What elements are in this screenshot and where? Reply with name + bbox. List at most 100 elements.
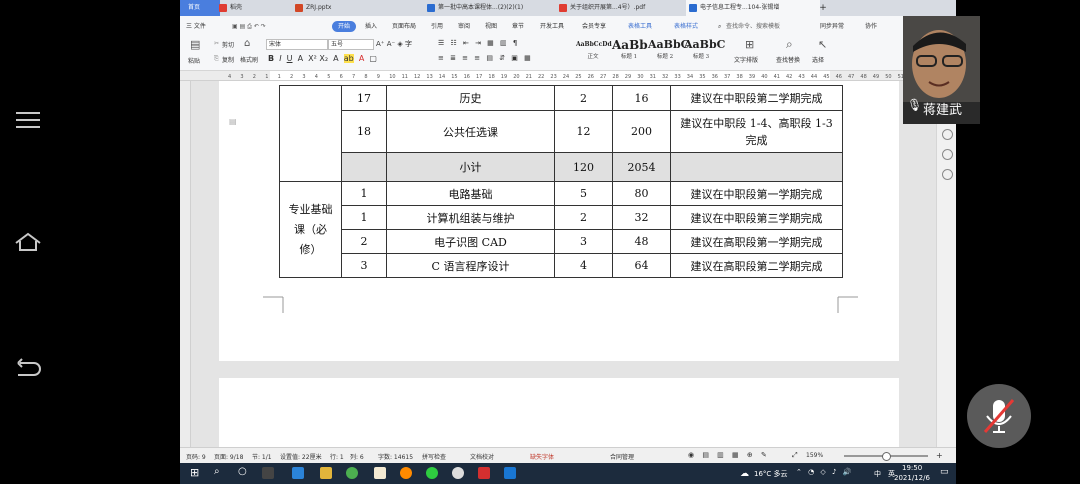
font-grow-icons[interactable]: A⁺ A⁻ ◈ 字 bbox=[376, 39, 412, 49]
scissors-icon[interactable]: ✂ bbox=[214, 40, 219, 47]
find-replace-button[interactable]: 查找替换 bbox=[776, 55, 800, 64]
menu-page-layout[interactable]: 页面布局 bbox=[392, 21, 416, 32]
menu-member[interactable]: 会员专享 bbox=[582, 21, 606, 32]
format-painter-button[interactable]: 格式刷 bbox=[240, 55, 258, 64]
copy-icon[interactable]: ⎘ bbox=[214, 55, 219, 63]
proofread-button[interactable]: 文档校对 bbox=[470, 452, 494, 461]
tray-icons[interactable]: ⌃ ◔ ◇ ♪ 🔊 bbox=[796, 468, 853, 476]
ruler-tick-label: 9 bbox=[377, 74, 380, 80]
notification-icon[interactable]: ▭ bbox=[940, 467, 949, 477]
status-bar: 页码: 9 页面: 9/18 节: 1/1 设置值: 22厘米 行: 1 列: … bbox=[180, 447, 956, 464]
edge-icon[interactable] bbox=[292, 467, 304, 479]
menu-table-tools[interactable]: 表格工具 bbox=[628, 21, 652, 32]
document-page-next[interactable] bbox=[219, 378, 899, 458]
missing-font-button[interactable]: 缺失字体 bbox=[530, 452, 554, 461]
search-icon[interactable]: ⌕ bbox=[718, 21, 721, 32]
spell-check-button[interactable]: 拼写检查 bbox=[422, 452, 446, 461]
menu-icon[interactable] bbox=[14, 108, 42, 132]
cell-note: 建议在高职段第一学期完成 bbox=[670, 229, 843, 254]
ruler-tick-label: 32 bbox=[662, 74, 668, 80]
windows-start-icon[interactable]: ⊞ bbox=[190, 466, 199, 479]
ruler-tick-label: 23 bbox=[550, 74, 556, 80]
webcam-tile[interactable]: 🎙 蒋建武 bbox=[903, 16, 980, 124]
cell-note: 建议在高职段第二学期完成 bbox=[670, 253, 843, 278]
text-format-icons[interactable]: B I U A X² X₂ A ab A ▢ bbox=[268, 54, 377, 63]
text-layout-button[interactable]: 文字排版 bbox=[734, 55, 758, 64]
ruler-tick-label: 8 bbox=[364, 74, 367, 80]
document-page[interactable]: ▤ 17 历史 2 16 建议在中职段第二学期完成 18 公共任选课 12 20… bbox=[219, 81, 899, 361]
home-icon[interactable] bbox=[14, 230, 42, 254]
menu-file[interactable]: 三 文件 bbox=[186, 21, 206, 32]
horizontal-ruler[interactable]: 4 3 2 1 1 2 3 4 5 6 7 8 9 10 11 12 13 14 15 16 17 18 19 20 21 22 2… bbox=[180, 71, 956, 81]
new-tab-button[interactable]: + bbox=[816, 0, 830, 16]
taskbar-search-icon[interactable]: ⌕ bbox=[214, 466, 220, 477]
mute-button[interactable] bbox=[967, 384, 1031, 448]
share-icon[interactable] bbox=[942, 149, 953, 160]
fit-icon[interactable]: ⤢ bbox=[792, 451, 798, 460]
zoom-in-icon[interactable]: + bbox=[936, 451, 943, 460]
brush-icon[interactable]: ⌂ bbox=[244, 38, 250, 49]
ruler-tick-label: 21 bbox=[526, 74, 532, 80]
group-label: 专业基础课（必修） bbox=[279, 181, 342, 278]
font-size-select[interactable]: 五号 bbox=[328, 39, 374, 50]
menu-review[interactable]: 审阅 bbox=[458, 21, 470, 32]
paste-icon[interactable]: ▤ bbox=[190, 38, 200, 51]
weather-text[interactable]: 16°C 多云 bbox=[754, 469, 788, 479]
menu-view[interactable]: 视图 bbox=[485, 21, 497, 32]
tab-home[interactable]: 首页 bbox=[180, 0, 220, 16]
view-mode-icons[interactable]: ◉ ▤ ▥ ▦ ⊕ ✎ bbox=[688, 451, 770, 459]
tab-active-doc[interactable]: 电子信息工程专...104-张锡增 bbox=[686, 0, 820, 16]
menu-chapter[interactable]: 章节 bbox=[512, 21, 524, 32]
tab-pptx[interactable]: ZRJ.pptx bbox=[292, 0, 426, 16]
copy-button[interactable]: 复制 bbox=[222, 55, 234, 64]
clock-date[interactable]: 2021/12/6 bbox=[894, 474, 930, 482]
menu-table-style[interactable]: 表格样式 bbox=[674, 21, 698, 32]
command-search[interactable]: 查找命令、搜索模板 bbox=[726, 21, 780, 32]
firefox-icon[interactable] bbox=[400, 467, 412, 479]
chrome-icon[interactable] bbox=[346, 467, 358, 479]
paragraph-icons[interactable]: ☰ ☷ ⇤ ⇥ ▦ ▥ ¶ bbox=[438, 39, 519, 47]
location-icon[interactable] bbox=[942, 169, 953, 180]
style-heading-2[interactable]: AaBbC 标题 2 bbox=[648, 38, 689, 60]
wps-icon[interactable] bbox=[478, 467, 490, 479]
clock-time[interactable]: 19:50 bbox=[902, 464, 922, 472]
wechat-icon[interactable] bbox=[426, 467, 438, 479]
tab-pdf[interactable]: 关于组织开展第...4号）.pdf bbox=[556, 0, 694, 16]
taskbar-app-icon[interactable] bbox=[262, 467, 274, 479]
font-name-select[interactable]: 宋体 bbox=[266, 39, 328, 50]
menu-start[interactable]: 开始 bbox=[332, 21, 357, 32]
app-icon[interactable] bbox=[452, 467, 464, 479]
sync-status[interactable]: 同步异常 bbox=[820, 21, 844, 32]
back-icon[interactable] bbox=[14, 356, 42, 380]
help-icon[interactable] bbox=[942, 129, 953, 140]
ruler-tick-label: 40 bbox=[761, 74, 767, 80]
style-heading-3[interactable]: AaBbC 标题 3 bbox=[684, 38, 725, 60]
cut-button[interactable]: 剪切 bbox=[222, 40, 234, 49]
menu-dev-tools[interactable]: 开发工具 bbox=[540, 21, 564, 32]
style-heading-1[interactable]: AaBb 标题 1 bbox=[612, 38, 648, 60]
app-icon[interactable] bbox=[374, 467, 386, 479]
table-row: 18 公共任选课 12 200 建议在中职段 1-4、高职段 1-3 完成 bbox=[280, 110, 843, 153]
select-button[interactable]: 选择 bbox=[812, 55, 824, 64]
zoom-level[interactable]: 159% bbox=[806, 452, 823, 459]
course-table[interactable]: 17 历史 2 16 建议在中职段第二学期完成 18 公共任选课 12 200 … bbox=[279, 85, 843, 278]
tab-doc-curriculum[interactable]: 第一批中高本课程体...(2)(2)(1) bbox=[424, 0, 562, 16]
vertical-ruler[interactable] bbox=[180, 81, 191, 447]
style-body[interactable]: AaBbCcDd 正文 bbox=[576, 38, 612, 60]
folder-icon[interactable] bbox=[320, 467, 332, 479]
ime-indicator[interactable]: 中 bbox=[874, 469, 881, 479]
task-view-icon[interactable]: ○ bbox=[238, 466, 247, 477]
align-icons[interactable]: ≡ ≣ ≡ ≡ ▤ ⇵ ▣ ▦ bbox=[438, 54, 533, 62]
magnifier-icon[interactable]: ⌕ bbox=[786, 37, 793, 52]
menu-insert[interactable]: 插入 bbox=[365, 21, 377, 32]
zoom-slider-handle[interactable] bbox=[882, 452, 891, 461]
text-layout-icon[interactable]: ⊞ bbox=[745, 38, 754, 51]
quick-access-icons[interactable]: ▣ ▤ ⎙ ↶ ↷ bbox=[232, 21, 266, 32]
menu-reference[interactable]: 引用 bbox=[431, 21, 443, 32]
collab-button[interactable]: 协作 bbox=[865, 21, 877, 32]
paste-button[interactable]: 粘贴 bbox=[188, 56, 200, 65]
tab-docer[interactable]: 稻壳 bbox=[216, 0, 300, 16]
meeting-icon[interactable] bbox=[504, 467, 516, 479]
cursor-icon[interactable]: ↖ bbox=[818, 38, 827, 51]
contract-mgmt-button[interactable]: 合同管理 bbox=[610, 452, 634, 461]
